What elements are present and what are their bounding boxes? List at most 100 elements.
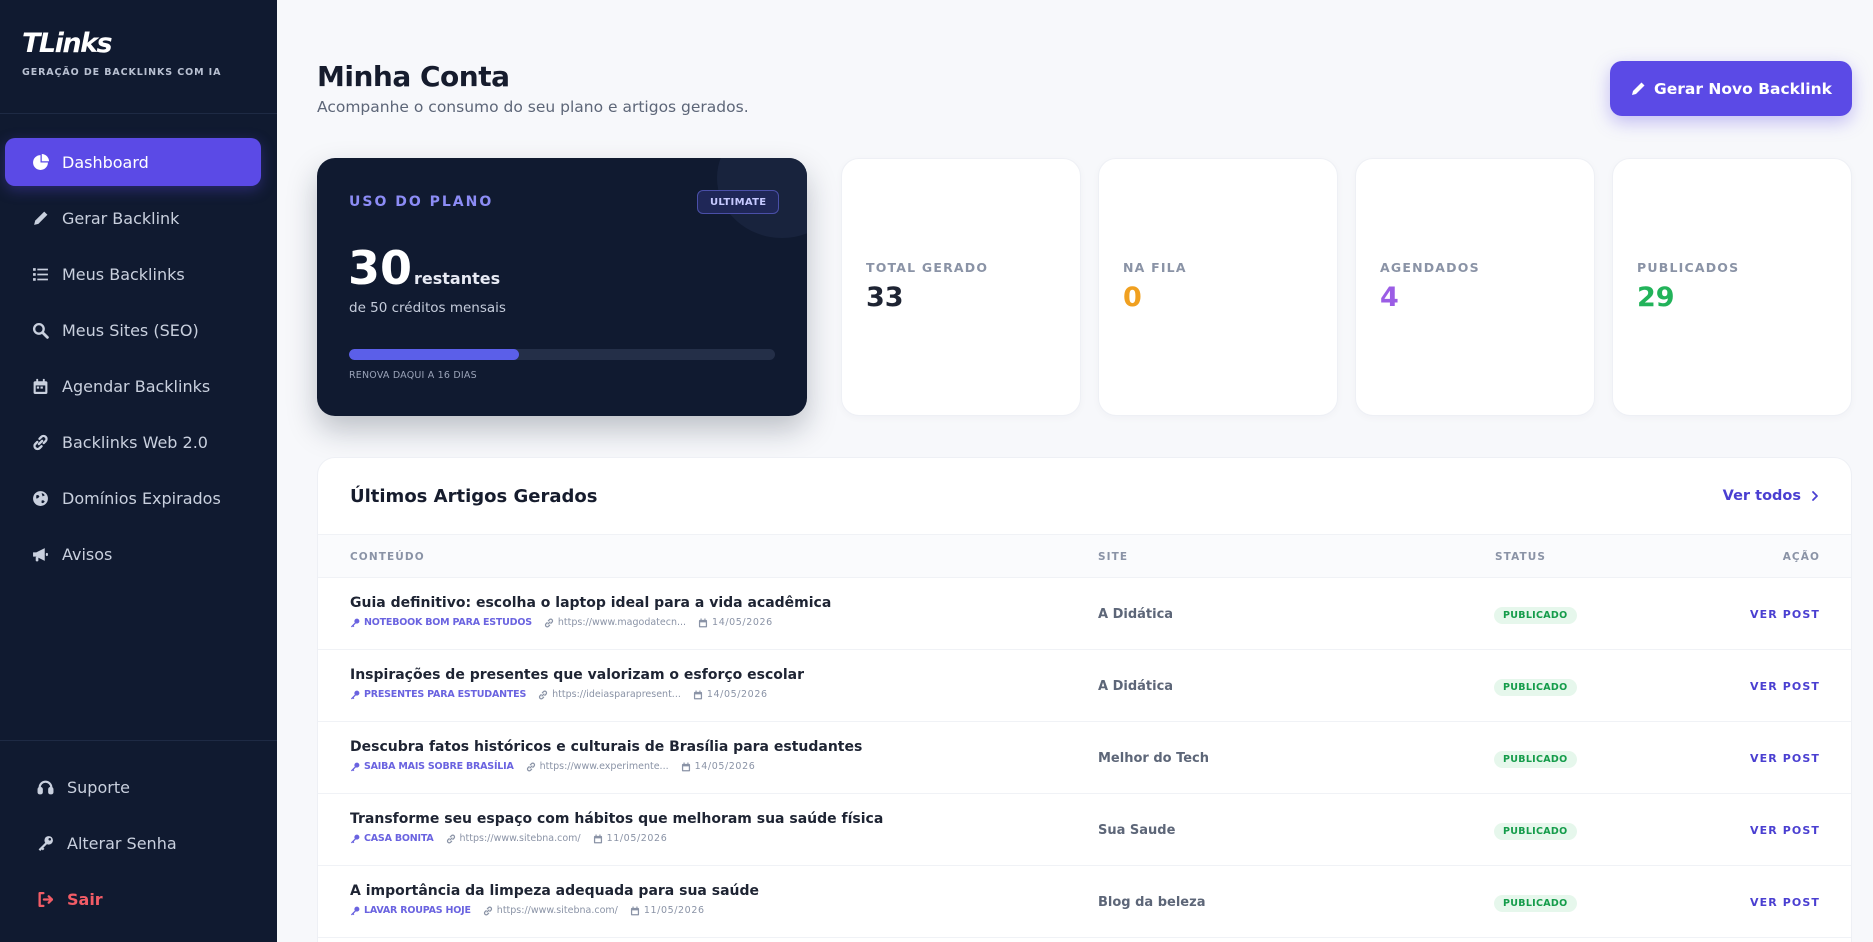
stat-label: PUBLICADOS: [1637, 260, 1740, 275]
article-keyword: LAVAR ROUPAS HOJE: [350, 905, 471, 916]
calendar-icon: [593, 834, 602, 843]
article-title[interactable]: Transforme seu espaço com hábitos que me…: [350, 811, 883, 827]
calendar-icon: [681, 762, 690, 771]
article-title[interactable]: A importância da limpeza adequada para s…: [350, 883, 759, 899]
cta-label: Gerar Novo Backlink: [1654, 79, 1832, 98]
link-icon: [539, 690, 548, 699]
date-text: 14/05/2026: [712, 617, 773, 628]
sidebar-item-meus-backlinks[interactable]: Meus Backlinks: [5, 250, 261, 298]
sidebar-item-label: Gerar Backlink: [62, 208, 180, 228]
ver-post-link[interactable]: VER POST: [1750, 896, 1820, 909]
sidebar-item-label: Agendar Backlinks: [62, 376, 211, 396]
list-icon: [30, 264, 50, 284]
article-site: Sua Saude: [1098, 823, 1176, 838]
page-subtitle: Acompanhe o consumo do seu plano e artig…: [317, 98, 749, 116]
brand: TLinks GERAÇÃO DE BACKLINKS COM IA: [0, 0, 277, 114]
article-url[interactable]: https://www.magodatecn...: [544, 617, 686, 628]
sidebar-item-gerar-backlink[interactable]: Gerar Backlink: [5, 194, 261, 242]
sidebar-item-label: Alterar Senha: [67, 833, 177, 853]
column-header-status: STATUS: [1495, 551, 1547, 563]
article-url[interactable]: https://ideiasparapresent...: [538, 689, 681, 700]
article-meta: PRESENTES PARA ESTUDANTES https://ideiasp…: [350, 689, 768, 700]
link-icon: [483, 906, 492, 915]
pie-chart-icon: [30, 152, 50, 172]
sidebar-item-agendar-backlinks[interactable]: Agendar Backlinks: [5, 362, 261, 410]
stat-value: 0: [1123, 282, 1142, 313]
article-meta: NOTEBOOK BOM PARA ESTUDOS https://www.mag…: [350, 617, 773, 628]
plan-renew-text: RENOVA DAQUI A 16 DIAS: [349, 370, 477, 381]
article-url[interactable]: https://www.experimente...: [526, 761, 669, 772]
status-badge: PUBLICADO: [1494, 895, 1577, 912]
table-row: Inspirações de presentes que valorizam o…: [318, 650, 1851, 722]
plan-usage-card: USO DO PLANO ULTIMATE 30 restantes de 50…: [317, 158, 807, 416]
key-icon: [350, 906, 360, 915]
status-badge: PUBLICADO: [1494, 823, 1577, 840]
sidebar-item-alterar-senha[interactable]: Alterar Senha: [5, 819, 261, 867]
url-text: https://www.magodatecn...: [557, 617, 687, 628]
column-header-action: AÇÃO: [1782, 551, 1820, 563]
sidebar-item-dashboard[interactable]: Dashboard: [5, 138, 261, 186]
article-site: A Didática: [1098, 679, 1174, 694]
sidebar-item-label: Domínios Expirados: [62, 488, 221, 508]
logo[interactable]: TLinks: [22, 28, 277, 59]
sidebar-item-label: Backlinks Web 2.0: [62, 432, 208, 452]
ver-post-link[interactable]: VER POST: [1750, 824, 1820, 837]
status-badge: PUBLICADO: [1494, 607, 1577, 624]
plan-label: USO DO PLANO: [349, 194, 494, 210]
sidebar-item-label: Dashboard: [62, 152, 149, 172]
article-meta: LAVAR ROUPAS HOJE https://www.sitebna.com…: [350, 905, 705, 916]
sidebar-item-label: Sair: [67, 889, 103, 909]
sidebar-item-sair[interactable]: Sair: [5, 875, 261, 923]
ver-post-link[interactable]: VER POST: [1750, 680, 1820, 693]
stat-label: AGENDADOS: [1380, 260, 1480, 275]
ver-post-link[interactable]: VER POST: [1750, 752, 1820, 765]
article-url[interactable]: https://www.sitebna.com/: [446, 833, 581, 844]
url-text: https://ideiasparapresent...: [552, 689, 681, 700]
ver-todos-link[interactable]: Ver todos: [1723, 488, 1821, 504]
url-text: https://www.sitebna.com/: [496, 905, 618, 916]
pencil-icon: [30, 208, 50, 228]
calendar-icon: [30, 376, 50, 396]
article-site: Blog da beleza: [1098, 895, 1206, 910]
search-icon: [30, 320, 50, 340]
date-text: 14/05/2026: [706, 689, 768, 700]
article-title[interactable]: Descubra fatos históricos e culturais de…: [350, 739, 862, 755]
column-header-content: CONTEÚDO: [350, 551, 425, 563]
sidebar-item-suporte[interactable]: Suporte: [5, 763, 261, 811]
calendar-icon: [693, 690, 702, 699]
sidebar-item-label: Avisos: [62, 544, 113, 564]
key-icon: [350, 762, 360, 771]
sidebar-item-dominios-expirados[interactable]: Domínios Expirados: [5, 474, 261, 522]
article-keyword: SAIBA MAIS SOBRE BRASÍLIA: [350, 761, 514, 772]
keyword-text: CASA BONITA: [364, 833, 434, 844]
article-keyword: CASA BONITA: [350, 833, 434, 844]
stat-value: 29: [1637, 282, 1675, 313]
key-icon: [350, 618, 360, 627]
table-header: CONTEÚDO SITE STATUS AÇÃO: [318, 534, 1851, 578]
plan-credits-text: de 50 créditos mensais: [349, 300, 506, 316]
article-site: A Didática: [1098, 607, 1174, 622]
stat-label: NA FILA: [1123, 260, 1187, 275]
date-text: 14/05/2026: [694, 761, 756, 772]
status-badge: PUBLICADO: [1494, 679, 1577, 696]
sidebar-item-label: Meus Sites (SEO): [62, 320, 199, 340]
date-text: 11/05/2026: [643, 905, 705, 916]
article-title[interactable]: Guia definitivo: escolha o laptop ideal …: [350, 595, 831, 611]
sidebar-item-meus-sites[interactable]: Meus Sites (SEO): [5, 306, 261, 354]
url-text: https://www.experimente...: [539, 761, 669, 772]
stat-value: 4: [1380, 282, 1399, 313]
stat-card-publicados: PUBLICADOS 29: [1612, 158, 1852, 416]
ver-post-link[interactable]: VER POST: [1750, 608, 1820, 621]
gerar-novo-backlink-button[interactable]: Gerar Novo Backlink: [1610, 61, 1852, 116]
plan-remaining-count: 30: [348, 241, 413, 295]
article-title[interactable]: Inspirações de presentes que valorizam o…: [350, 667, 804, 683]
article-url[interactable]: https://www.sitebna.com/: [483, 905, 618, 916]
stat-card-total-gerado: TOTAL GERADO 33: [841, 158, 1081, 416]
key-icon: [35, 833, 55, 853]
article-date: 14/05/2026: [693, 689, 768, 700]
sidebar-item-backlinks-web2[interactable]: Backlinks Web 2.0: [5, 418, 261, 466]
link-icon: [446, 834, 455, 843]
date-text: 11/05/2026: [606, 833, 668, 844]
sidebar-item-avisos[interactable]: Avisos: [5, 530, 261, 578]
article-date: 11/05/2026: [593, 833, 668, 844]
